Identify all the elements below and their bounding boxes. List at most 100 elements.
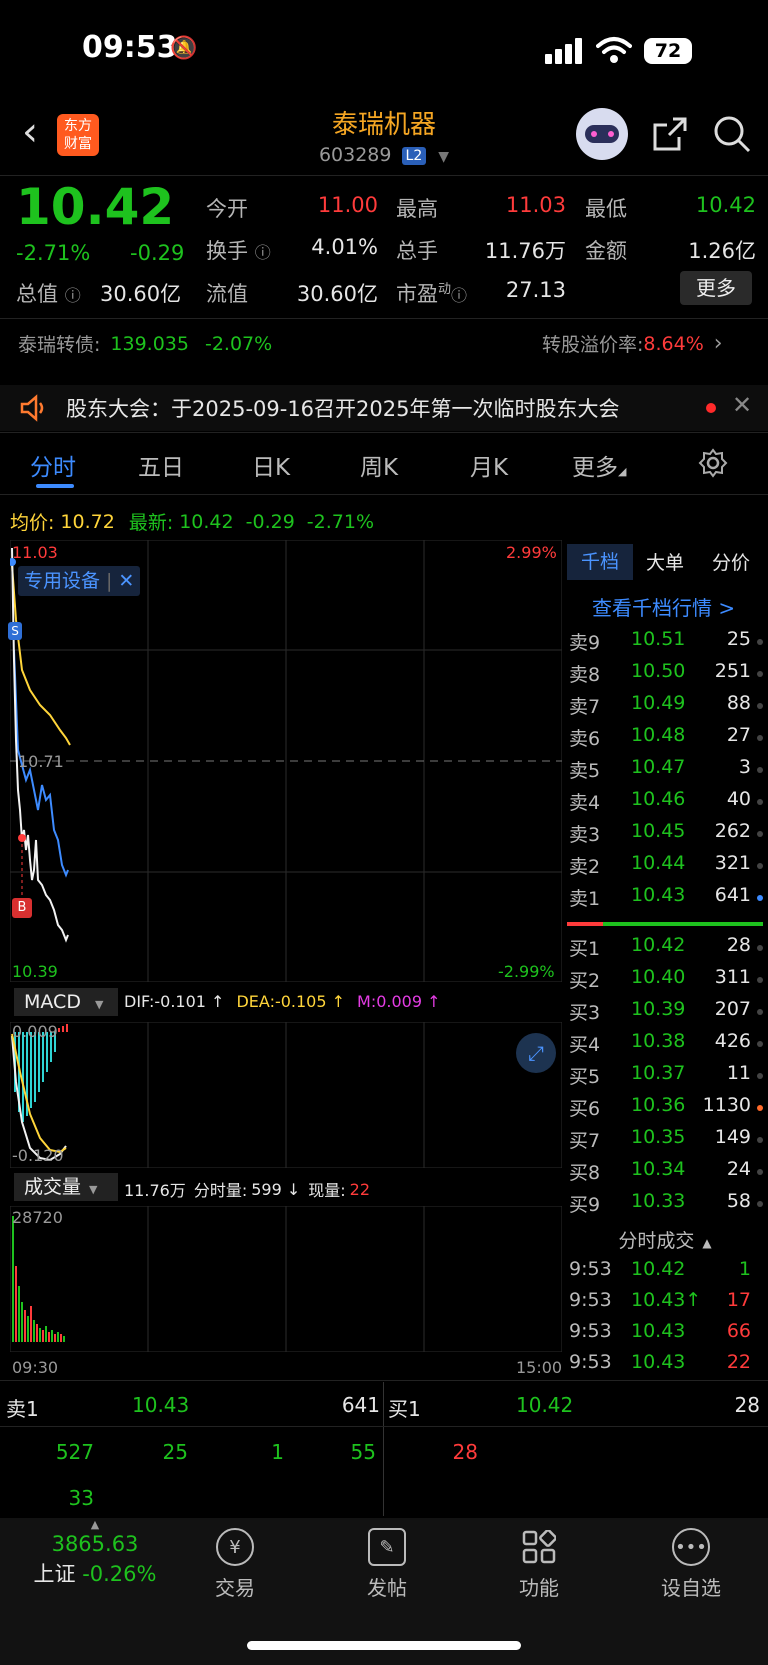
notice-bar[interactable]: 股东大会：于2025-09-16召开2025年第一次临时股东大会 ✕ (0, 385, 768, 431)
ask-row-lvl: 卖8 (569, 664, 601, 686)
volume-chart[interactable] (10, 1206, 562, 1352)
nav-add-watchlist[interactable]: ••• 设自选 (636, 1528, 746, 1601)
volume-selector[interactable]: 成交量 ▼ (14, 1173, 118, 1201)
home-indicator[interactable] (247, 1641, 521, 1650)
ask-row[interactable]: 卖5 10.47 3 (565, 756, 765, 788)
stock-code-text: 603289 (318, 144, 392, 166)
macd-selector[interactable]: MACD ▼ (14, 988, 118, 1016)
volume-panel-label: 成交量 (24, 1176, 82, 1198)
bid-row-vol: 207 (714, 998, 751, 1020)
tab-weekly-k[interactable]: 周K (360, 448, 398, 482)
sell-marker[interactable]: S (8, 622, 22, 640)
ask-row-lvl: 卖7 (569, 696, 601, 718)
buy1-queue-label: 买1 (388, 1397, 421, 1421)
bid-ask-ratio-bar (567, 922, 763, 926)
float-label: 流值 (206, 282, 248, 306)
ask-row[interactable]: 卖6 10.48 27 (565, 724, 765, 756)
tick-row[interactable]: 9:53 10.43 22 (565, 1351, 765, 1382)
more-quote-button[interactable]: 更多 (680, 271, 752, 305)
bid-row[interactable]: 买7 10.35 149 (565, 1126, 765, 1158)
amount-value: 1.26亿 (688, 239, 756, 263)
convertible-bond-row[interactable]: 泰瑞转债: 139.035 -2.07% (18, 330, 272, 357)
tick-row-px: 10.43 (631, 1351, 686, 1373)
tab-monthly-k[interactable]: 月K (470, 448, 508, 482)
robot-assistant-icon[interactable] (576, 108, 628, 160)
tick-row-vol: 22 (726, 1351, 751, 1373)
ask-row[interactable]: 卖8 10.50 251 (565, 660, 765, 692)
bid-row-vol: 11 (726, 1062, 751, 1084)
bid-row[interactable]: 买3 10.39 207 (565, 998, 765, 1030)
battery-icon: 72 (644, 38, 692, 64)
chevron-right-icon: › (713, 331, 723, 356)
turnover-label[interactable]: 换手 ⓘ (206, 235, 271, 265)
ticks-header[interactable]: 分时成交 ▲ (565, 1226, 765, 1253)
ask-row[interactable]: 卖1 10.43 641 (565, 884, 765, 916)
tick-row-t: 9:53 (569, 1351, 612, 1373)
volume-values: 11.76万 分时量: 599 ↓ 现量: 22 (124, 1179, 371, 1201)
pe-label[interactable]: 市盈动ⓘ (396, 278, 467, 308)
view-qiandang-link[interactable]: 查看千档行情 > (592, 592, 735, 621)
tick-row-vol: 66 (726, 1320, 751, 1342)
ask-row[interactable]: 卖2 10.44 321 (565, 852, 765, 884)
orderbook-tab-price-dist[interactable]: 分价 (712, 548, 750, 575)
search-icon[interactable] (712, 114, 752, 154)
nav-trade-label: 交易 (215, 1576, 255, 1600)
bid-row-px: 10.33 (631, 1190, 686, 1212)
ask-row[interactable]: 卖3 10.45 262 (565, 820, 765, 852)
tab-intraday[interactable]: 分时 (30, 448, 76, 482)
conversion-premium[interactable]: 转股溢价率: 8.64% › (542, 330, 723, 357)
level-dot-icon (757, 639, 763, 645)
sell-order-4: 55 (350, 1440, 376, 1464)
orderbook-tab-large-orders[interactable]: 大单 (646, 548, 684, 575)
macd-top-value: 0.009 (12, 1022, 58, 1041)
close-icon[interactable]: ✕ (732, 391, 752, 419)
buy-order-1: 28 (452, 1440, 478, 1464)
sell1-queue-price: 10.43 (132, 1393, 190, 1417)
index-widget[interactable]: ▲ 3865.63 上证 -0.26% (20, 1518, 170, 1588)
tab-five-day[interactable]: 五日 (138, 448, 184, 482)
ask-row[interactable]: 卖9 10.51 25 (565, 628, 765, 660)
tab-more[interactable]: 更多◢ (572, 448, 626, 482)
bid-row[interactable]: 买4 10.38 426 (565, 1030, 765, 1062)
bid-row[interactable]: 买1 10.42 28 (565, 934, 765, 966)
ask-row-lvl: 卖2 (569, 856, 601, 878)
chart-mid-price: 10.71 (18, 752, 64, 771)
ask-row-vol: 262 (714, 820, 751, 842)
nav-post[interactable]: ✎ 发帖 (332, 1528, 442, 1601)
level2-badge: L2 (401, 146, 427, 165)
share-icon[interactable] (651, 115, 689, 153)
tick-row[interactable]: 9:53 10.43 66 (565, 1320, 765, 1351)
orderbook-tab-qiandang[interactable]: 千档 (567, 544, 633, 580)
notice-text: 股东大会：于2025-09-16召开2025年第一次临时股东大会 (66, 397, 620, 421)
chart-top-pct: 2.99% (506, 543, 557, 562)
sector-tag[interactable]: 专用设备 | ✕ (18, 566, 141, 596)
bid-row-vol: 28 (726, 934, 751, 956)
silent-bell-icon: 🔕 (170, 36, 198, 61)
open-value: 11.00 (317, 193, 378, 217)
buy1-queue-volume: 28 (734, 1393, 760, 1417)
tick-row[interactable]: 9:53 10.42 1 (565, 1258, 765, 1289)
bid-row[interactable]: 买9 10.33 58 (565, 1190, 765, 1222)
bid-row[interactable]: 买6 10.36 1130 (565, 1094, 765, 1126)
sector-tag-close-icon[interactable]: ✕ (118, 570, 134, 592)
tick-row[interactable]: 9:53 10.43↑ 17 (565, 1289, 765, 1320)
bid-row-px: 10.36 (631, 1094, 686, 1116)
expand-chart-icon[interactable]: ⤢ (516, 1033, 556, 1073)
bid-row[interactable]: 买2 10.40 311 (565, 966, 765, 998)
buy-marker[interactable]: B (12, 898, 32, 918)
ask-row[interactable]: 卖7 10.49 88 (565, 692, 765, 724)
open-label: 今开 (206, 197, 248, 221)
bid-row[interactable]: 买8 10.34 24 (565, 1158, 765, 1190)
settings-gear-icon[interactable] (698, 448, 728, 478)
ask-row-lvl: 卖6 (569, 728, 601, 750)
ask-row[interactable]: 卖4 10.46 40 (565, 788, 765, 820)
macd-chart[interactable] (10, 1022, 562, 1168)
pe-value: 27.13 (505, 278, 566, 302)
nav-trade[interactable]: ¥ 交易 (180, 1528, 290, 1601)
bid-row[interactable]: 买5 10.37 11 (565, 1062, 765, 1094)
tab-daily-k[interactable]: 日K (252, 448, 290, 482)
intraday-price-chart[interactable] (10, 540, 562, 982)
nav-add-watchlist-label: 设自选 (661, 1576, 721, 1600)
high-value: 11.03 (505, 193, 566, 217)
nav-functions[interactable]: 功能 (484, 1528, 594, 1601)
